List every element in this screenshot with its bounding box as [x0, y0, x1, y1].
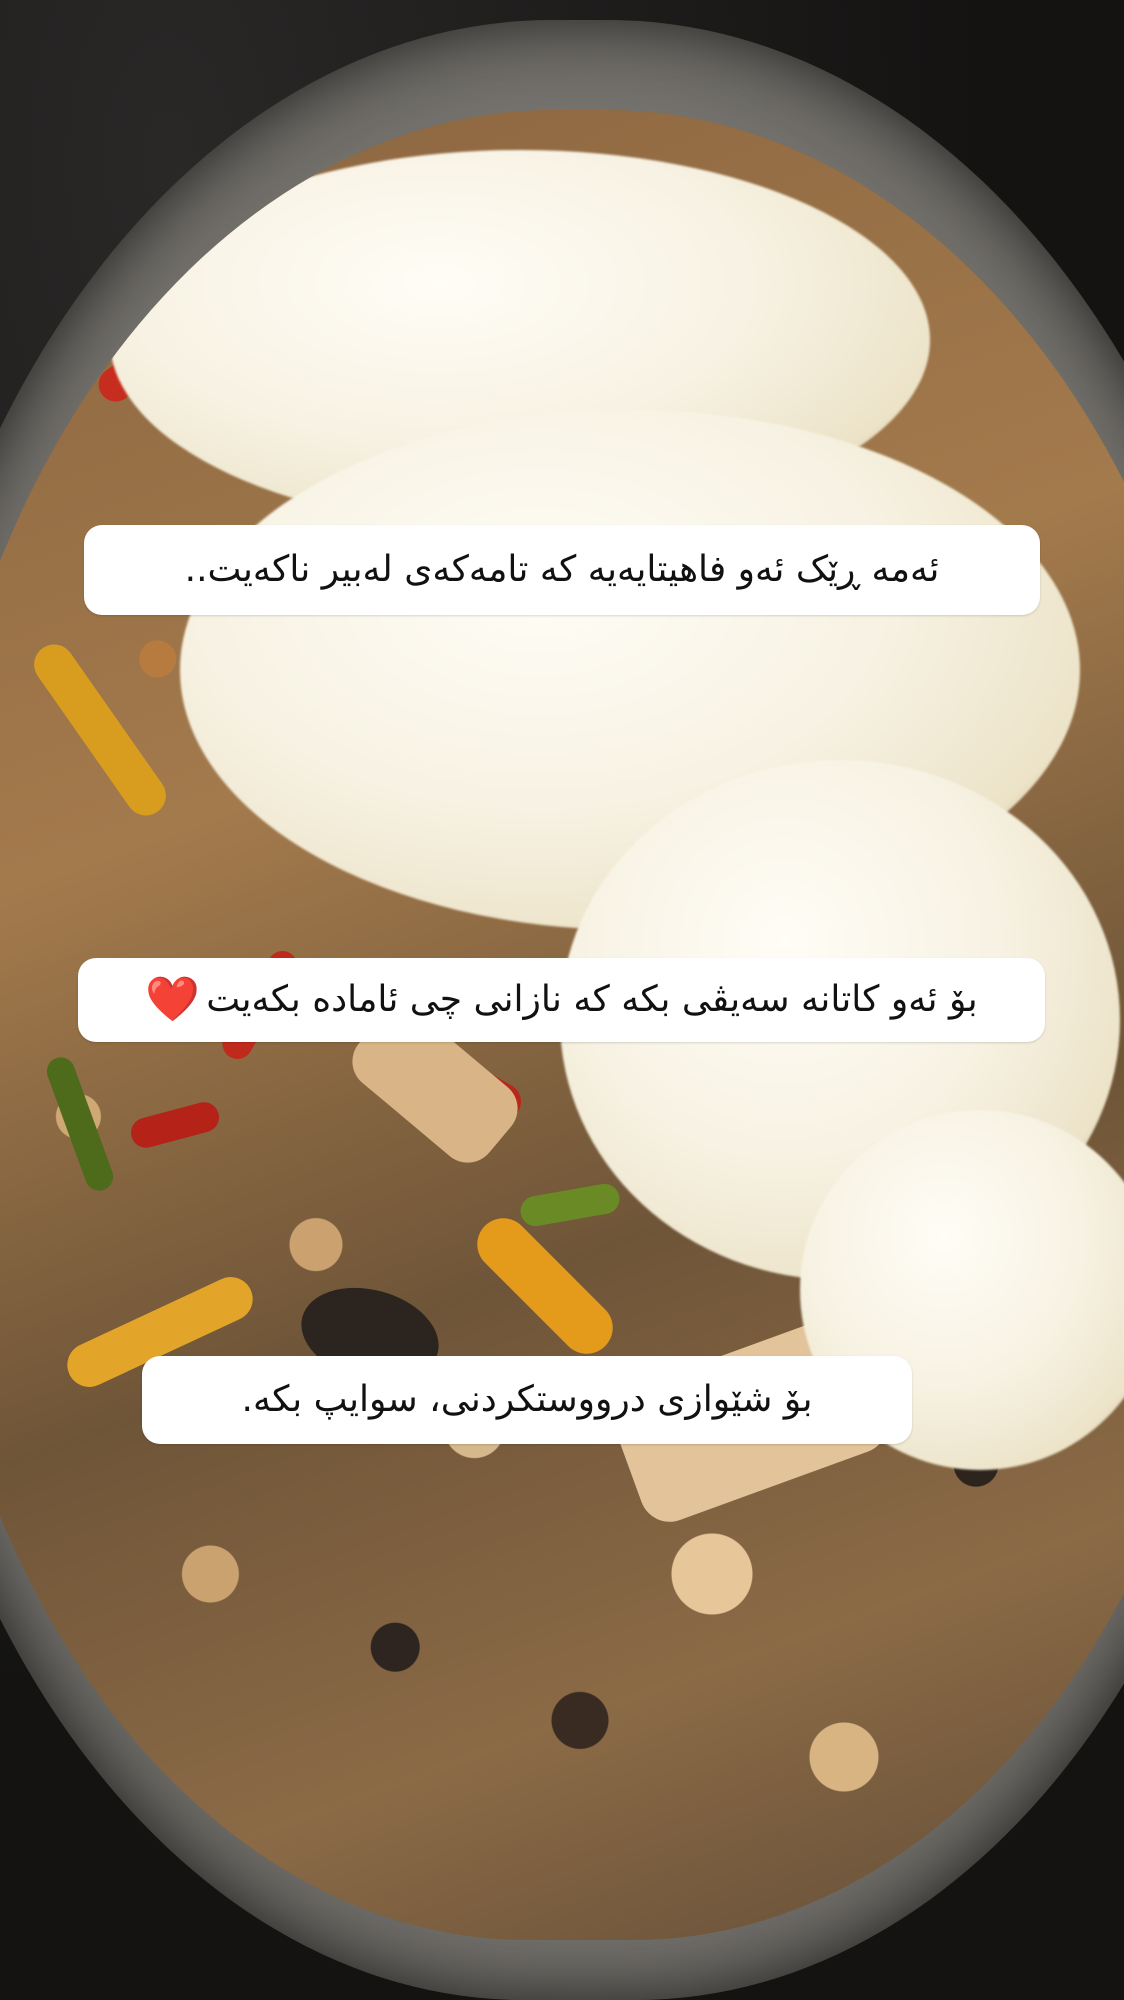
caption-line-2: بۆ ئەو کاتانە سەیڤی بکە کە نازانی چی ئام…	[78, 958, 1045, 1042]
caption-line-2-text: بۆ ئەو کاتانە سەیڤی بکە کە نازانی چی ئام…	[206, 979, 978, 1021]
caption-line-1: ئەمە ڕێک ئەو فاهیتایەیە کە تامەکەی لەبیر…	[84, 525, 1040, 615]
caption-line-3: بۆ شێوازی درووستکردنی، سوایپ بکە.	[142, 1356, 912, 1444]
heart-icon: ❤️	[145, 973, 201, 1025]
photo-scene: ئەمە ڕێک ئەو فاهیتایەیە کە تامەکەی لەبیر…	[0, 0, 1124, 2000]
caption-line-3-text: بۆ شێوازی درووستکردنی، سوایپ بکە.	[241, 1379, 813, 1421]
caption-line-1-text: ئەمە ڕێک ئەو فاهیتایەیە کە تامەکەی لەبیر…	[184, 549, 940, 591]
